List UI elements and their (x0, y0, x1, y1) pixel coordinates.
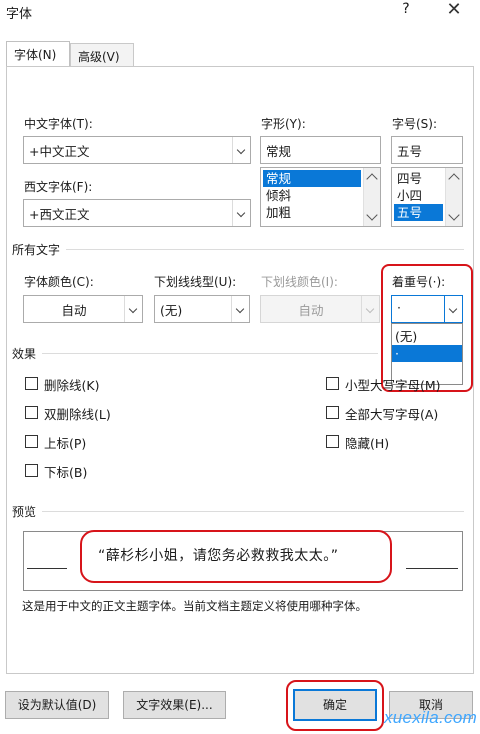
preview-sample-text: “薛杉杉小姐，请您务必救救我太太。” (98, 548, 339, 564)
western-font-label: 西文字体(F): (24, 180, 93, 194)
chevron-down-icon[interactable] (231, 296, 249, 322)
tab-font[interactable]: 字体(N) (6, 41, 70, 67)
chevron-down-icon (361, 296, 379, 322)
close-icon[interactable]: ✕ (440, 0, 468, 22)
emphasis-mark-select[interactable]: · (391, 295, 463, 323)
scroll-down-icon[interactable] (366, 209, 378, 221)
underline-color-value: 自动 (298, 303, 324, 318)
watermark-text: xuexila.com (384, 708, 478, 727)
scroll-up-icon[interactable] (366, 173, 378, 185)
western-font-value: +西文正文 (29, 207, 90, 222)
all-caps-label: 全部大写字母(A) (345, 407, 439, 422)
chevron-down-icon[interactable] (124, 296, 142, 322)
set-default-button[interactable]: 设为默认值(D) (5, 691, 109, 719)
font-color-label: 字体颜色(C): (24, 275, 94, 289)
all-text-group-label: 所有文字 (12, 241, 67, 258)
group-divider (14, 511, 464, 512)
chinese-font-select[interactable]: +中文正文 (23, 136, 251, 164)
double-strikethrough-label: 双删除线(L) (44, 407, 111, 422)
scrollbar[interactable] (363, 168, 380, 226)
double-strikethrough-checkbox[interactable] (25, 406, 38, 419)
underline-color-select: 自动 (260, 295, 380, 323)
underline-type-label: 下划线线型(U): (154, 275, 237, 289)
emphasis-mark-value: · (397, 300, 401, 315)
list-item[interactable]: 常规 (263, 170, 361, 187)
preview-baseline-right (406, 568, 458, 569)
list-item[interactable]: 小四 (394, 187, 443, 204)
font-style-label: 字形(Y): (261, 117, 306, 131)
list-item[interactable]: 加粗 (263, 204, 361, 221)
underline-type-value: (无) (160, 303, 183, 318)
text-effects-button[interactable]: 文字效果(E)... (123, 691, 226, 719)
hidden-label: 隐藏(H) (345, 436, 390, 451)
font-size-input[interactable]: 五号 (391, 136, 463, 164)
title-bar: 字体 ? ✕ (0, 0, 480, 24)
font-style-list[interactable]: 常规 倾斜 加粗 (260, 167, 381, 227)
group-divider (14, 249, 464, 250)
list-item[interactable]: 倾斜 (263, 187, 361, 204)
strikethrough-checkbox[interactable] (25, 377, 38, 390)
chinese-font-value: +中文正文 (29, 144, 90, 159)
chinese-font-label: 中文字体(T): (24, 117, 93, 131)
help-button[interactable]: ? (396, 1, 416, 21)
scroll-up-icon[interactable] (448, 173, 460, 185)
subscript-checkbox[interactable] (25, 464, 38, 477)
list-item[interactable]: 四号 (394, 170, 443, 187)
tab-advanced[interactable]: 高级(V) (70, 43, 134, 67)
underline-color-label: 下划线颜色(I): (261, 275, 338, 289)
all-caps-checkbox[interactable] (326, 406, 339, 419)
superscript-checkbox[interactable] (25, 435, 38, 448)
group-divider (14, 353, 378, 354)
preview-baseline-left (27, 568, 67, 569)
strikethrough-label: 删除线(K) (44, 378, 100, 393)
font-style-value: 常规 (266, 144, 292, 159)
underline-type-select[interactable]: (无) (154, 295, 250, 323)
chevron-down-icon[interactable] (232, 137, 250, 163)
font-color-select[interactable]: 自动 (23, 295, 143, 323)
dropdown-option[interactable]: · (392, 345, 462, 362)
hidden-checkbox[interactable] (326, 435, 339, 448)
font-size-value: 五号 (397, 144, 423, 159)
emphasis-mark-label: 着重号(·): (392, 275, 446, 289)
font-color-value: 自动 (61, 303, 87, 318)
list-item[interactable]: 五号 (394, 204, 443, 221)
dropdown-option[interactable]: (无) (392, 328, 462, 345)
subscript-label: 下标(B) (44, 465, 88, 480)
western-font-select[interactable]: +西文正文 (23, 199, 251, 227)
chevron-down-icon[interactable] (444, 296, 462, 322)
chevron-down-icon[interactable] (232, 200, 250, 226)
font-style-input[interactable]: 常规 (260, 136, 381, 164)
font-size-label: 字号(S): (392, 117, 438, 131)
scroll-down-icon[interactable] (448, 209, 460, 221)
window-title: 字体 (6, 7, 33, 22)
effects-group-label: 效果 (12, 345, 43, 362)
preview-group-label: 预览 (12, 503, 43, 520)
small-caps-checkbox[interactable] (326, 377, 339, 390)
scrollbar[interactable] (445, 168, 462, 226)
font-size-list[interactable]: 四号 小四 五号 (391, 167, 463, 227)
ok-button[interactable]: 确定 (293, 689, 377, 721)
preview-description: 这是用于中文的正文主题字体。当前文档主题定义将使用哪种字体。 (22, 599, 367, 613)
small-caps-label: 小型大写字母(M) (345, 378, 441, 393)
superscript-label: 上标(P) (44, 436, 87, 451)
